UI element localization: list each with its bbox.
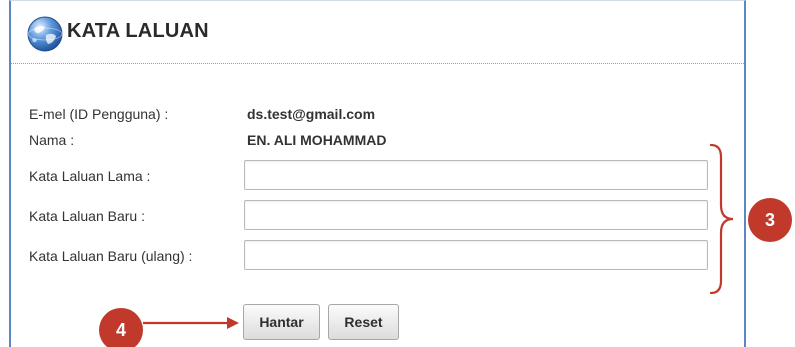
repeat-password-input[interactable]	[244, 240, 708, 270]
panel-header: KATA LALUAN	[11, 1, 744, 64]
brace-annotation	[709, 143, 734, 295]
callout-3: 3	[748, 198, 792, 242]
password-panel: KATA LALUAN E-mel (ID Pengguna) : ds.tes…	[9, 0, 746, 347]
old-password-label: Kata Laluan Lama :	[29, 168, 151, 184]
new-password-label: Kata Laluan Baru :	[29, 208, 145, 224]
email-label: E-mel (ID Pengguna) :	[29, 106, 169, 122]
arrow-annotation	[143, 317, 239, 329]
name-value: EN. ALI MOHAMMAD	[247, 132, 387, 148]
new-password-input[interactable]	[244, 200, 708, 230]
email-value: ds.test@gmail.com	[247, 106, 376, 122]
name-label: Nama :	[29, 132, 75, 148]
page: KATA LALUAN E-mel (ID Pengguna) : ds.tes…	[0, 0, 795, 347]
old-password-input[interactable]	[244, 160, 708, 190]
submit-button[interactable]: Hantar	[243, 304, 320, 340]
callout-4: 4	[99, 308, 143, 347]
globe-icon	[26, 15, 64, 53]
page-title: KATA LALUAN	[67, 20, 209, 42]
repeat-password-label: Kata Laluan Baru (ulang) :	[29, 248, 193, 264]
reset-button[interactable]: Reset	[328, 304, 399, 340]
